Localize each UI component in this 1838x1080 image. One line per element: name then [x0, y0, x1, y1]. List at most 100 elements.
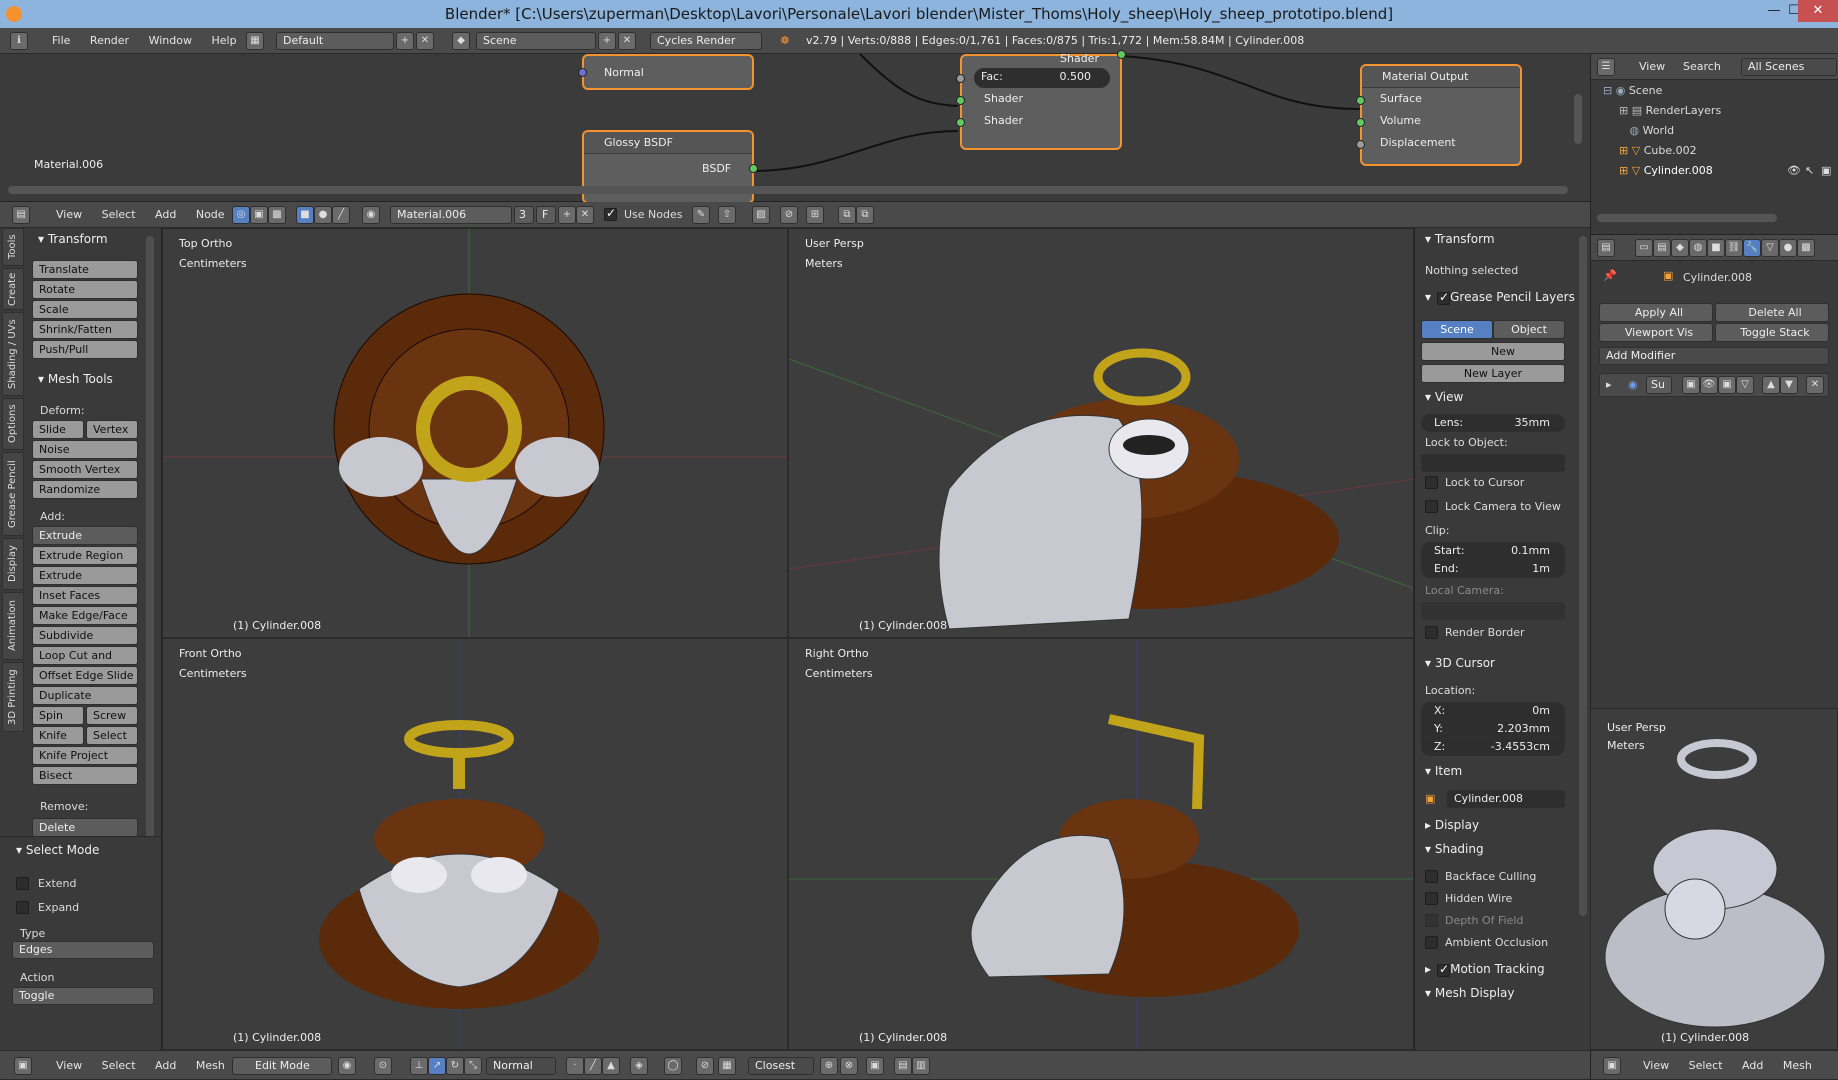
n-panel-scrollbar[interactable] [1579, 236, 1587, 916]
viewport-user-persp[interactable]: User Persp Meters (1) Cylinder.008 [788, 228, 1414, 638]
fac-socket[interactable] [956, 74, 965, 83]
screw-button[interactable]: Screw [86, 706, 138, 725]
select-mode-title[interactable]: ▾ Select Mode [16, 843, 99, 857]
view3d-menu-add[interactable]: Add [147, 1053, 184, 1079]
move-down-icon[interactable]: ▼ [1780, 376, 1798, 394]
ao-checkbox[interactable] [1425, 936, 1438, 949]
delete-menu[interactable]: Delete [32, 818, 138, 837]
scale-button[interactable]: Scale [32, 300, 138, 319]
new-material-button[interactable]: + [558, 206, 576, 224]
toggle-stack-button[interactable]: Toggle Stack [1715, 323, 1829, 342]
layers-tab-icon[interactable]: ▤ [1653, 239, 1671, 257]
outliner-menu-view[interactable]: View [1631, 54, 1673, 80]
render-anim-icon[interactable]: ▤ [894, 1057, 912, 1075]
vertex-select-icon[interactable]: · [566, 1057, 584, 1075]
node-hscrollbar[interactable] [8, 186, 1568, 194]
vertex-slide-button[interactable]: Vertex [86, 420, 138, 439]
subdivide-button[interactable]: Subdivide [32, 626, 138, 645]
translate-manipulator-icon[interactable]: ↗ [428, 1057, 446, 1075]
modifier-name-field[interactable]: Su [1646, 376, 1672, 394]
add-modifier-select[interactable]: Add Modifier [1599, 347, 1829, 365]
node-editor[interactable]: Normal Glossy BSDF BSDF Shader Fac: 0.50… [0, 50, 1590, 204]
fake-user-button[interactable]: F [536, 206, 556, 224]
orientation-select[interactable]: Normal [486, 1057, 556, 1075]
delete-scene-button[interactable]: ✕ [618, 32, 636, 50]
loop-cut-button[interactable]: Loop Cut and Slide [32, 646, 138, 679]
outliner-type-icon[interactable]: ☰ [1597, 58, 1615, 76]
duplicate-button[interactable]: Duplicate [32, 686, 138, 705]
manipulator-icon[interactable]: ⊥ [410, 1057, 428, 1075]
viewport-top-ortho[interactable]: Top Ortho Centimeters (1) Cylinder.008 [162, 228, 788, 638]
remove-modifier-icon[interactable]: ✕ [1806, 376, 1824, 394]
data-tab-icon[interactable]: ▽ [1761, 239, 1779, 257]
dof-checkbox[interactable] [1425, 914, 1438, 927]
copy-nodes-icon[interactable]: ⧉ [838, 206, 856, 224]
editmode-toggle-icon[interactable]: ▣ [1718, 376, 1736, 394]
tab-create[interactable]: Create [2, 268, 24, 310]
mini-view3d-type-icon[interactable]: ▣ [1603, 1057, 1621, 1075]
mini-menu-view[interactable]: View [1635, 1053, 1677, 1079]
shader2-socket[interactable] [956, 118, 965, 127]
tab-grease-pencil[interactable]: Grease Pencil [2, 452, 24, 536]
knife-select-button[interactable]: Select [86, 726, 138, 745]
material-browse-icon[interactable]: ◉ [362, 206, 380, 224]
use-nodes-checkbox[interactable] [604, 206, 617, 221]
mini-menu-mesh[interactable]: Mesh [1775, 1053, 1820, 1079]
unlink-material-button[interactable]: ✕ [576, 206, 594, 224]
gp-scene-tab[interactable]: Scene [1421, 320, 1493, 339]
mesh-display-title[interactable]: ▾ Mesh Display [1425, 986, 1514, 1000]
extend-checkbox[interactable] [16, 877, 29, 890]
view-panel-title[interactable]: ▾ View [1425, 390, 1463, 404]
mix-out-socket[interactable] [1117, 50, 1126, 59]
display-panel-title[interactable]: ▸ Display [1425, 818, 1479, 832]
constraints-tab-icon[interactable]: ⛓ [1725, 239, 1743, 257]
node-menu-add[interactable]: Add [147, 202, 184, 228]
spin-button[interactable]: Spin [32, 706, 84, 725]
hidden-wire-checkbox[interactable] [1425, 892, 1438, 905]
motion-tracking-title[interactable]: ▸ Motion Tracking [1425, 962, 1545, 976]
material-name-field[interactable]: Material.006 [390, 206, 512, 224]
volume-socket[interactable] [1356, 118, 1365, 127]
gp-object-tab[interactable]: Object [1493, 320, 1565, 339]
output-header[interactable]: Material Output [1362, 66, 1520, 88]
node-vscrollbar[interactable] [1574, 94, 1582, 144]
texture-nodes-icon[interactable]: ▩ [268, 206, 286, 224]
limit-selection-icon[interactable]: ◈ [630, 1057, 648, 1075]
fac-field[interactable]: Fac: 0.500 [974, 68, 1110, 88]
add-layout-button[interactable]: + [396, 32, 414, 50]
move-up-icon[interactable]: ▲ [1762, 376, 1780, 394]
gp-new-button[interactable]: New [1421, 342, 1565, 361]
viewport-right-ortho[interactable]: Right Ortho Centimeters (1) Cylinder.008 [788, 638, 1414, 1050]
delete-all-button[interactable]: Delete All [1715, 303, 1829, 322]
glossy-header[interactable]: Glossy BSDF [584, 132, 752, 154]
cursor-y-field[interactable]: Y: 2.203mm [1421, 720, 1565, 738]
offset-edge-slide-button[interactable]: Offset Edge Slide [32, 666, 138, 685]
screen-layout-field[interactable]: Default [276, 32, 394, 50]
shading-mode-icon[interactable]: ◉ [338, 1057, 356, 1075]
extrude-menu[interactable]: Extrude [32, 526, 138, 545]
viewport-toggle-icon[interactable]: 👁 [1700, 376, 1718, 394]
rotate-manipulator-icon[interactable]: ↻ [446, 1057, 464, 1075]
viewport-vis-button[interactable]: Viewport Vis [1599, 323, 1713, 342]
mini-menu-add[interactable]: Add [1734, 1053, 1771, 1079]
close-button[interactable]: ✕ [1798, 0, 1838, 22]
n-transform-title[interactable]: ▾ Transform [1425, 232, 1495, 246]
mix-shader-node[interactable]: Shader Fac: 0.500 Shader Shader [956, 50, 1126, 150]
modifiers-tab-icon[interactable]: 🔧 [1743, 239, 1761, 257]
visibility-eye-icon[interactable]: 👁 [1787, 164, 1801, 177]
gp-layers-title[interactable]: ▾ Grease Pencil Layers [1425, 290, 1575, 304]
displacement-socket[interactable] [1356, 140, 1365, 149]
properties-type-icon[interactable]: ▤ [1597, 239, 1615, 257]
pin-icon[interactable]: 📌 [1603, 269, 1617, 282]
render-still-icon[interactable]: ▥ [912, 1057, 930, 1075]
scene-icon[interactable]: ◆ [452, 32, 470, 50]
cursor-z-field[interactable]: Z: -3.4553cm [1421, 738, 1565, 756]
viewport-front-ortho[interactable]: Front Ortho Centimeters (1) Cylinder.008 [162, 638, 788, 1050]
outliner-filter-select[interactable]: All Scenes [1741, 58, 1837, 76]
scene-field[interactable]: Scene [476, 32, 596, 50]
tab-shading-uvs[interactable]: Shading / UVs [2, 312, 24, 396]
clip-start-field[interactable]: Start: 0.1mm [1421, 542, 1565, 560]
view3d-menu-select[interactable]: Select [94, 1053, 144, 1079]
material-output-node[interactable]: Material Output Surface Volume Displacem… [1356, 64, 1522, 166]
add-scene-button[interactable]: + [598, 32, 616, 50]
